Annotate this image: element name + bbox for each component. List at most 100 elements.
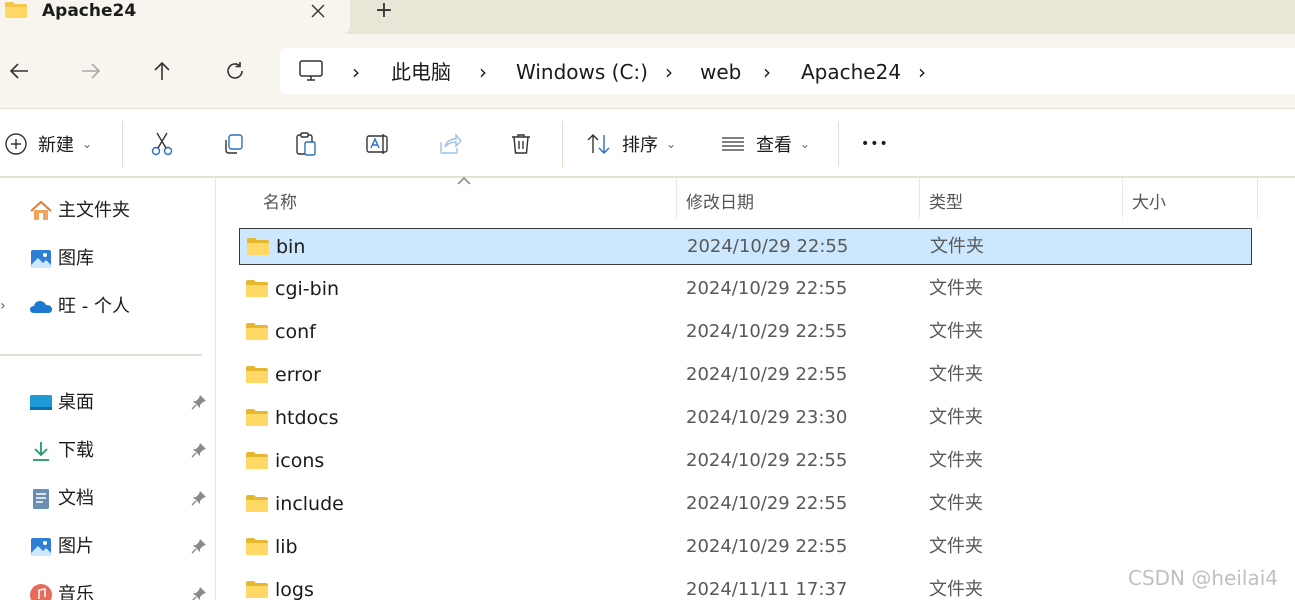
file-row-conf[interactable]: conf 2024/10/29 22:55 文件夹 bbox=[239, 314, 1252, 351]
folder-icon bbox=[246, 581, 268, 598]
file-name: lib bbox=[275, 536, 298, 558]
new-label: 新建 bbox=[38, 135, 74, 156]
column-divider[interactable] bbox=[1257, 178, 1258, 218]
pictures-icon bbox=[31, 538, 51, 556]
column-header-size[interactable]: 大小 bbox=[1123, 178, 1257, 218]
breadcrumb-separator[interactable]: › bbox=[352, 60, 360, 84]
breadcrumb-this-pc[interactable]: 此电脑 bbox=[391, 60, 451, 84]
navigation-bar: › 此电脑 › Windows (C:) › web › Apache24 › bbox=[0, 34, 1295, 108]
sidebar-item-home[interactable]: 主文件夹 bbox=[0, 191, 215, 231]
up-button[interactable] bbox=[145, 54, 179, 88]
file-type: 文件夹 bbox=[930, 236, 984, 257]
sidebar-item-label: 图库 bbox=[58, 248, 94, 269]
pin-icon[interactable] bbox=[190, 489, 208, 507]
pin-icon[interactable] bbox=[190, 393, 208, 411]
file-modified: 2024/10/29 22:55 bbox=[686, 493, 848, 514]
new-button[interactable]: 新建 ⌄ bbox=[4, 129, 92, 159]
file-modified: 2024/10/29 22:55 bbox=[686, 450, 848, 471]
sidebar-item-documents[interactable]: 文档 bbox=[0, 479, 215, 519]
column-modified-label: 修改日期 bbox=[686, 193, 754, 213]
breadcrumb-drive-c[interactable]: Windows (C:) bbox=[516, 60, 648, 84]
file-row-logs[interactable]: logs 2024/11/11 17:37 文件夹 bbox=[239, 572, 1252, 600]
file-modified: 2024/11/11 17:37 bbox=[686, 579, 848, 600]
refresh-button[interactable] bbox=[218, 54, 252, 88]
share-icon bbox=[440, 133, 462, 154]
file-name: include bbox=[275, 493, 344, 515]
chevron-right-icon[interactable]: › bbox=[0, 297, 10, 315]
file-row-error[interactable]: error 2024/10/29 22:55 文件夹 bbox=[239, 357, 1252, 394]
cut-button[interactable] bbox=[150, 129, 174, 159]
file-modified: 2024/10/29 22:55 bbox=[686, 364, 848, 385]
file-type: 文件夹 bbox=[929, 321, 983, 342]
file-row-htdocs[interactable]: htdocs 2024/10/29 23:30 文件夹 bbox=[239, 400, 1252, 437]
sidebar-item-music[interactable]: 音乐 bbox=[0, 575, 215, 600]
column-header-type[interactable]: 类型 bbox=[920, 178, 1122, 218]
file-modified: 2024/10/29 23:30 bbox=[686, 407, 848, 428]
column-header-name[interactable]: 名称 bbox=[239, 178, 676, 218]
delete-icon bbox=[512, 134, 530, 154]
navigation-pane: 主文件夹 图库 › 旺 - 个人 桌面 下载 文档 图片 音乐 bbox=[0, 178, 216, 600]
forward-button[interactable] bbox=[74, 54, 108, 88]
sidebar-item-pictures[interactable]: 图片 bbox=[0, 527, 215, 567]
sidebar-item-onedrive[interactable]: › 旺 - 个人 bbox=[0, 287, 215, 327]
sort-button[interactable]: 排序 ⌄ bbox=[586, 129, 676, 159]
sidebar-item-downloads[interactable]: 下载 bbox=[0, 431, 215, 471]
arrow-right-icon bbox=[82, 63, 101, 79]
view-button[interactable]: 查看 ⌄ bbox=[720, 129, 810, 159]
file-row-cgi-bin[interactable]: cgi-bin 2024/10/29 22:55 文件夹 bbox=[239, 271, 1252, 308]
sidebar-item-desktop[interactable]: 桌面 bbox=[0, 383, 215, 423]
pin-icon[interactable] bbox=[190, 585, 208, 600]
breadcrumb-separator[interactable]: › bbox=[665, 60, 673, 84]
tab-apache24[interactable]: Apache24 bbox=[0, 0, 350, 34]
breadcrumb-separator[interactable]: › bbox=[479, 60, 487, 84]
sidebar-item-label: 主文件夹 bbox=[58, 200, 130, 221]
file-row-bin[interactable]: bin 2024/10/29 22:55 文件夹 bbox=[239, 228, 1252, 265]
cut-icon bbox=[151, 132, 173, 156]
pin-icon[interactable] bbox=[190, 537, 208, 555]
file-modified: 2024/10/29 22:55 bbox=[686, 278, 848, 299]
music-icon bbox=[30, 584, 52, 600]
file-name: icons bbox=[275, 450, 325, 472]
folder-icon bbox=[246, 495, 268, 512]
address-bar[interactable]: › 此电脑 › Windows (C:) › web › Apache24 › bbox=[280, 48, 1295, 94]
download-icon bbox=[33, 442, 49, 461]
file-row-icons[interactable]: icons 2024/10/29 22:55 文件夹 bbox=[239, 443, 1252, 480]
close-icon[interactable] bbox=[306, 0, 330, 22]
sidebar-item-gallery[interactable]: 图库 bbox=[0, 239, 215, 279]
delete-button[interactable] bbox=[509, 129, 533, 159]
more-options-button[interactable]: ••• bbox=[861, 129, 889, 159]
breadcrumb-separator[interactable]: › bbox=[918, 60, 926, 84]
toolbar-divider bbox=[122, 121, 123, 167]
file-row-include[interactable]: include 2024/10/29 22:55 文件夹 bbox=[239, 486, 1252, 523]
breadcrumb-separator[interactable]: › bbox=[763, 60, 771, 84]
breadcrumb-web[interactable]: web bbox=[700, 60, 741, 84]
breadcrumb-apache24[interactable]: Apache24 bbox=[801, 60, 901, 84]
rename-button[interactable] bbox=[365, 129, 391, 159]
arrow-left-icon bbox=[9, 63, 28, 79]
computer-icon[interactable] bbox=[298, 59, 324, 83]
column-header-modified[interactable]: 修改日期 bbox=[677, 178, 919, 218]
gallery-icon bbox=[31, 250, 51, 268]
sidebar-item-label: 桌面 bbox=[58, 392, 94, 413]
toolbar-divider bbox=[562, 121, 563, 167]
column-type-label: 类型 bbox=[929, 193, 963, 213]
file-type: 文件夹 bbox=[929, 450, 983, 471]
new-tab-button[interactable]: + bbox=[372, 0, 396, 22]
folder-icon bbox=[246, 538, 268, 555]
share-button[interactable] bbox=[437, 129, 463, 159]
back-button[interactable] bbox=[2, 54, 36, 88]
desktop-icon bbox=[30, 395, 52, 410]
file-modified: 2024/10/29 22:55 bbox=[686, 536, 848, 557]
copy-button[interactable] bbox=[222, 129, 246, 159]
file-type: 文件夹 bbox=[929, 278, 983, 299]
folder-icon bbox=[246, 323, 268, 340]
more-icon: ••• bbox=[861, 136, 889, 152]
folder-icon bbox=[246, 409, 268, 426]
folder-icon bbox=[5, 2, 27, 18]
file-type: 文件夹 bbox=[929, 493, 983, 514]
paste-button[interactable] bbox=[294, 129, 318, 159]
folder-icon bbox=[247, 238, 269, 255]
file-row-lib[interactable]: lib 2024/10/29 22:55 文件夹 bbox=[239, 529, 1252, 566]
pin-icon[interactable] bbox=[190, 441, 208, 459]
view-list-icon bbox=[722, 137, 744, 151]
